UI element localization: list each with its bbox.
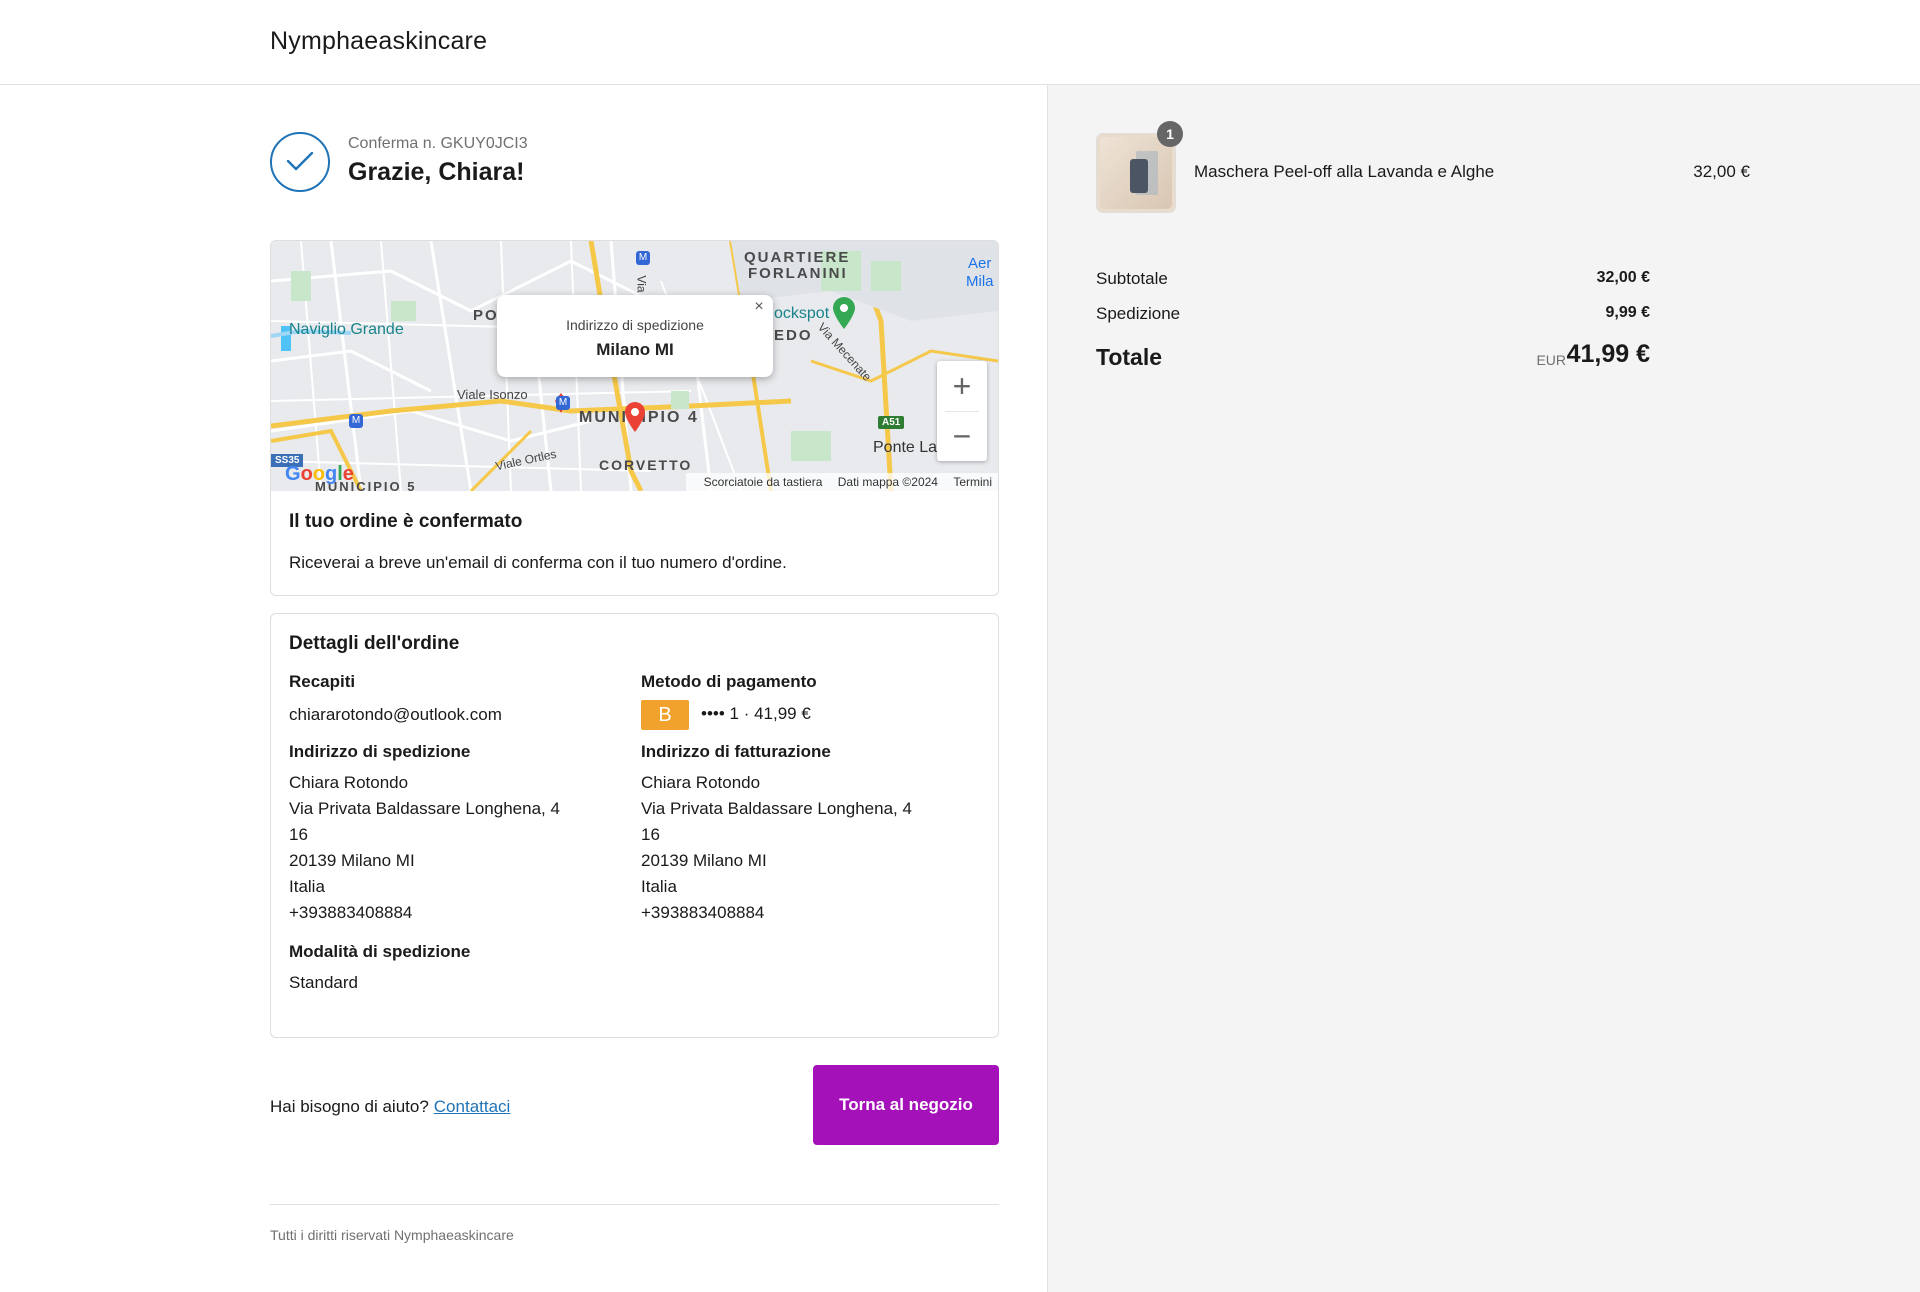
- billing-country: Italia: [641, 877, 677, 896]
- order-details-title: Dettagli dell'ordine: [289, 633, 460, 654]
- product-image-shape: [1130, 159, 1148, 193]
- metro-icon: M: [349, 414, 363, 428]
- shipping-label: Spedizione: [1096, 304, 1181, 323]
- payment-badge-icon: B: [641, 700, 689, 730]
- zoom-out-button[interactable]: −: [937, 411, 987, 461]
- shipping-method: Standard: [289, 973, 358, 992]
- logo-letter: o: [312, 463, 325, 485]
- map-popup: Indirizzo di spedizione Milano MI ×: [497, 295, 773, 377]
- logo-letter: G: [285, 463, 301, 485]
- popup-city: Milano MI: [596, 340, 674, 359]
- billing-line1: Via Privata Baldassare Longhena, 4: [641, 799, 912, 818]
- total-row: Totale EUR 41,99 €: [1096, 340, 1650, 374]
- order-summary-pane: 1 Maschera Peel-off alla Lavanda e Alghe…: [1047, 85, 1920, 1292]
- total-label: Totale: [1096, 344, 1163, 370]
- billing-city: 20139 Milano MI: [641, 851, 767, 870]
- thank-you-heading: Grazie, Chiara!: [348, 158, 525, 186]
- billing-address-title: Indirizzo di fatturazione: [641, 742, 831, 761]
- zoom-controls: + −: [937, 361, 987, 461]
- map-footer: Scorciatoie da tastiera Dati mappa ©2024…: [685, 473, 998, 491]
- details-right-column: Metodo di pagamento B •••• 1 · 41,99 € I…: [641, 672, 912, 926]
- google-logo: Google: [285, 463, 354, 486]
- order-confirmed-text: Riceverai a breve un'email di conferma c…: [289, 553, 787, 572]
- shipping-name: Chiara Rotondo: [289, 773, 409, 792]
- help-label: Hai bisogno di aiuto?: [270, 1097, 429, 1116]
- map-label: Mila: [966, 273, 994, 290]
- billing-name: Chiara Rotondo: [641, 773, 761, 792]
- contact-email: chiararotondo@outlook.com: [289, 705, 502, 724]
- map-pin-red-icon: [623, 401, 647, 438]
- logo-letter: g: [325, 463, 338, 485]
- map-label: Viale Isonzo: [457, 387, 528, 402]
- payment-method-title: Metodo di pagamento: [641, 672, 817, 691]
- shipping-address: Chiara Rotondo Via Privata Baldassare Lo…: [289, 770, 560, 926]
- terms-link[interactable]: Termini: [953, 475, 992, 489]
- shipping-address-title: Indirizzo di spedizione: [289, 742, 471, 761]
- return-to-store-button[interactable]: Torna al negozio: [813, 1065, 999, 1145]
- billing-line2: 16: [641, 825, 660, 844]
- map-label: Aer: [968, 255, 992, 272]
- footer-copyright: Tutti i diritti riservati Nymphaeaskinca…: [270, 1227, 514, 1243]
- contacts-title: Recapiti: [289, 672, 356, 691]
- shipping-value: 9,99 €: [1605, 304, 1650, 321]
- metro-icon: M: [636, 251, 650, 265]
- map-label: EDO: [774, 327, 813, 344]
- brand-logo[interactable]: Nymphaeaskincare: [270, 27, 487, 56]
- map-data-label: Dati mappa ©2024: [837, 475, 938, 489]
- check-circle-icon: [270, 132, 330, 192]
- billing-address: Chiara Rotondo Via Privata Baldassare Lo…: [641, 770, 912, 926]
- billing-phone: +393883408884: [641, 903, 765, 922]
- map-label: Ponte La: [873, 439, 938, 456]
- shipping-line1: Via Privata Baldassare Longhena, 4: [289, 799, 560, 818]
- map-label: Naviglio Grande: [289, 321, 404, 338]
- shipping-line2: 16: [289, 825, 308, 844]
- subtotal-value: 32,00 €: [1596, 269, 1650, 286]
- logo-letter: o: [300, 463, 313, 485]
- logo-letter: e: [342, 463, 354, 485]
- shipping-method-title: Modalità di spedizione: [289, 942, 471, 961]
- payment-method: B •••• 1 · 41,99 €: [641, 700, 912, 732]
- order-details-card: Dettagli dell'ordine Recapiti chiararoto…: [270, 613, 999, 1038]
- map-pin-green-icon: [831, 296, 857, 335]
- subtotal-row: Subtotale 32,00 €: [1096, 269, 1650, 289]
- total-currency: EUR: [1536, 352, 1566, 368]
- zoom-in-button[interactable]: +: [937, 361, 987, 411]
- map-label: ockspot: [774, 305, 830, 322]
- confirmation-header: Conferma n. GKUY0JCI3 Grazie, Chiara!: [270, 132, 999, 196]
- map-label: FORLANINI: [748, 265, 848, 282]
- product-price: 32,00 €: [1693, 162, 1750, 181]
- order-confirmed-title: Il tuo ordine è confermato: [289, 511, 523, 532]
- site-header: Nymphaeaskincare: [0, 0, 1920, 85]
- map-label: CORVETTO: [599, 457, 693, 473]
- details-left-column: Recapiti chiararotondo@outlook.com Indir…: [289, 672, 560, 996]
- shipping-country: Italia: [289, 877, 325, 896]
- popup-label: Indirizzo di spedizione: [566, 317, 704, 333]
- quantity-badge: 1: [1157, 121, 1183, 147]
- subtotal-label: Subtotale: [1096, 269, 1168, 288]
- zoom-divider: [945, 411, 979, 412]
- shipping-row: Spedizione 9,99 €: [1096, 304, 1650, 324]
- close-icon[interactable]: ×: [749, 297, 769, 317]
- map-label: Via: [634, 275, 649, 293]
- metro-icon: M: [556, 396, 570, 410]
- footer-divider: [270, 1204, 999, 1205]
- shipping-map[interactable]: M M M QUARTIERE FORLANINI Aer Mila Navig…: [271, 241, 998, 491]
- confirmation-number: Conferma n. GKUY0JCI3: [348, 135, 528, 152]
- payment-summary: •••• 1 · 41,99 €: [701, 704, 811, 723]
- total-value: 41,99 €: [1566, 340, 1650, 368]
- contact-link[interactable]: Contattaci: [434, 1097, 511, 1116]
- product-image: [1100, 137, 1172, 209]
- map-label: PO: [473, 307, 499, 324]
- keyboard-shortcuts-link[interactable]: Scorciatoie da tastiera: [704, 475, 823, 489]
- order-status-card: M M M QUARTIERE FORLANINI Aer Mila Navig…: [270, 240, 999, 596]
- shipping-city: 20139 Milano MI: [289, 851, 415, 870]
- shipping-phone: +393883408884: [289, 903, 413, 922]
- map-label: QUARTIERE: [744, 249, 851, 266]
- product-thumbnail: 1: [1096, 121, 1183, 213]
- road-shield-a51: A51: [878, 416, 905, 429]
- help-text: Hai bisogno di aiuto? Contattaci: [270, 1097, 510, 1117]
